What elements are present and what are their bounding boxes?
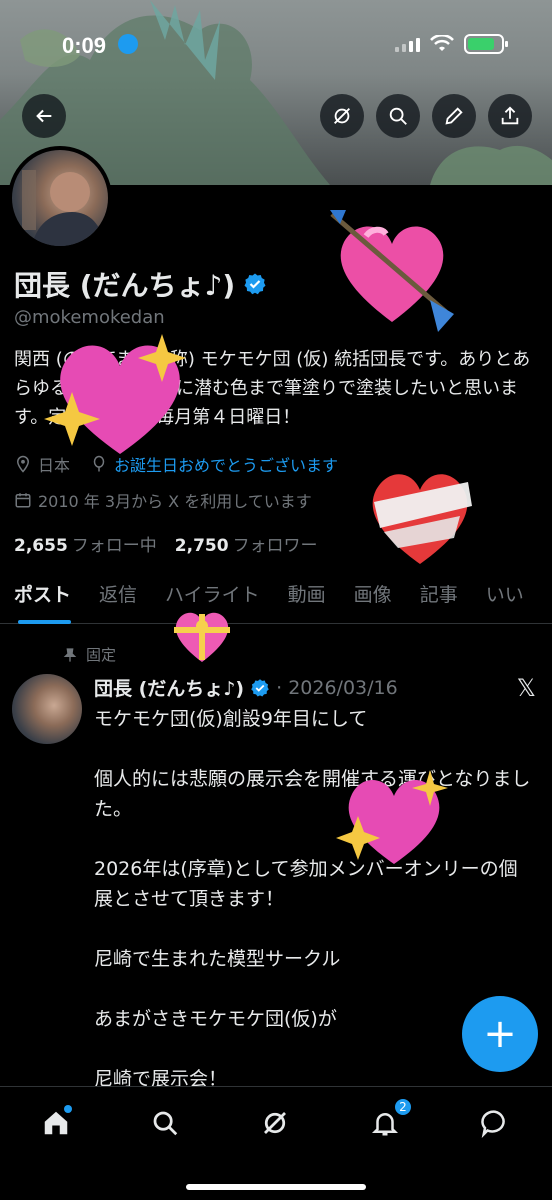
- notification-count-badge: 2: [393, 1097, 413, 1117]
- status-time: 0:09: [62, 33, 107, 58]
- sparkling-heart-sticker: [336, 770, 448, 864]
- mending-heart-sticker: [372, 474, 472, 564]
- grok-icon: [334, 108, 350, 124]
- bottom-navigation: 2: [0, 1086, 552, 1200]
- profile-joined: 2010 年 3月から X を利用しています: [38, 492, 312, 511]
- post-body[interactable]: モケモケ団(仮)創設9年目にして 個人的には悲願の展示会を開催する運びとなりまし…: [94, 704, 534, 1124]
- wifi-icon: [430, 35, 454, 51]
- follow-stats: 2,655 フォロー中 2,750 フォロワー: [14, 531, 318, 556]
- location-pin-icon: [16, 455, 30, 473]
- search-icon: [153, 1111, 178, 1136]
- profile-name-text: 団長 (だんちょ♪): [14, 269, 236, 302]
- tab-likes[interactable]: いい: [472, 570, 538, 624]
- tab-videos[interactable]: 動画: [274, 570, 340, 624]
- followers-count: 2,750: [174, 536, 229, 556]
- status-bar: 0:09: [0, 0, 552, 80]
- profile-tabs: ポスト 返信 ハイライト 動画 画像 記事 いい: [0, 570, 552, 624]
- tab-articles[interactable]: 記事: [406, 570, 472, 624]
- nav-grok[interactable]: [255, 1103, 295, 1143]
- signal-icon: [395, 36, 420, 52]
- pinned-label: 固定: [86, 646, 117, 664]
- sparkling-heart-sticker: [44, 334, 186, 454]
- heart-with-ribbon-sticker: [174, 612, 230, 662]
- search-button[interactable]: [376, 94, 420, 138]
- home-indicator: [186, 1184, 366, 1190]
- home-notification-dot: [64, 1105, 72, 1113]
- grok-icon: [264, 1112, 286, 1134]
- nav-messages[interactable]: [475, 1103, 515, 1143]
- post-line: 個人的には悲願の展示会を開催する運びとなりました。: [94, 768, 531, 820]
- tab-posts[interactable]: ポスト: [0, 570, 85, 624]
- post-line: 2026年は(序章)として参加メンバーオンリーの個展とさせて頂きます！: [94, 858, 518, 910]
- nav-home[interactable]: [36, 1103, 76, 1143]
- status-icons: [395, 34, 508, 54]
- verified-badge-icon: [244, 273, 266, 295]
- chat-bubble-icon: [481, 1110, 505, 1138]
- nav-notifications[interactable]: 2: [365, 1097, 413, 1143]
- compose-post-button[interactable]: +: [462, 996, 538, 1072]
- tab-photos[interactable]: 画像: [340, 570, 406, 624]
- post-date: · 2026/03/16: [276, 676, 398, 699]
- location-arrow-icon: [118, 34, 138, 54]
- search-icon: [389, 107, 407, 125]
- following-count: 2,655: [14, 536, 68, 556]
- arrow-left-icon: [36, 109, 52, 123]
- avatar-image: [22, 170, 104, 246]
- followers-link[interactable]: 2,750 フォロワー: [175, 531, 318, 556]
- post-author-name[interactable]: 団長 (だんちょ♪): [94, 674, 244, 701]
- pin-icon: [63, 647, 77, 662]
- verified-badge-icon: [251, 678, 269, 696]
- post-line: 尼崎で生まれた模型サークル: [94, 948, 341, 970]
- post-line: モケモケ団(仮)創設9年目にして: [94, 708, 368, 730]
- share-button[interactable]: [488, 94, 532, 138]
- nav-search[interactable]: [145, 1103, 185, 1143]
- profile-name: 団長 (だんちょ♪): [14, 264, 267, 304]
- pencil-icon: [445, 107, 463, 125]
- heart-with-arrow-sticker: [330, 210, 454, 332]
- pinned-indicator: 固定: [62, 644, 116, 665]
- following-link[interactable]: 2,655 フォロー中: [14, 531, 157, 556]
- share-icon: [501, 106, 519, 125]
- post-author-avatar[interactable]: [12, 674, 82, 744]
- edit-button[interactable]: [432, 94, 476, 138]
- post-header: 団長 (だんちょ♪) · 2026/03/16: [94, 674, 398, 701]
- x-logo-icon: 𝕏: [516, 674, 536, 702]
- calendar-icon: [15, 493, 31, 508]
- tab-replies[interactable]: 返信: [85, 570, 151, 624]
- grok-button[interactable]: [320, 94, 364, 138]
- followers-label: フォロワー: [232, 536, 318, 556]
- following-label: フォロー中: [71, 536, 157, 556]
- battery-icon: [464, 34, 508, 54]
- back-button[interactable]: [22, 94, 66, 138]
- profile-avatar[interactable]: [8, 146, 112, 250]
- profile-meta-joined: 2010 年 3月から X を利用しています: [14, 488, 312, 512]
